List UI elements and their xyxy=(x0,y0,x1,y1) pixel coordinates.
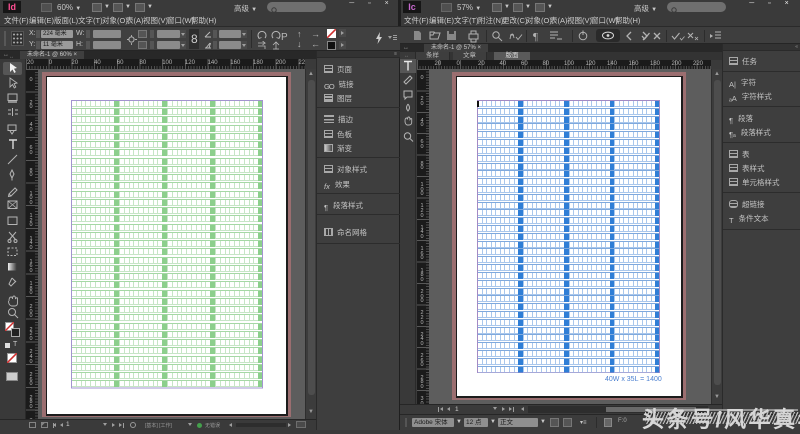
svg-text:¶: ¶ xyxy=(533,31,538,43)
